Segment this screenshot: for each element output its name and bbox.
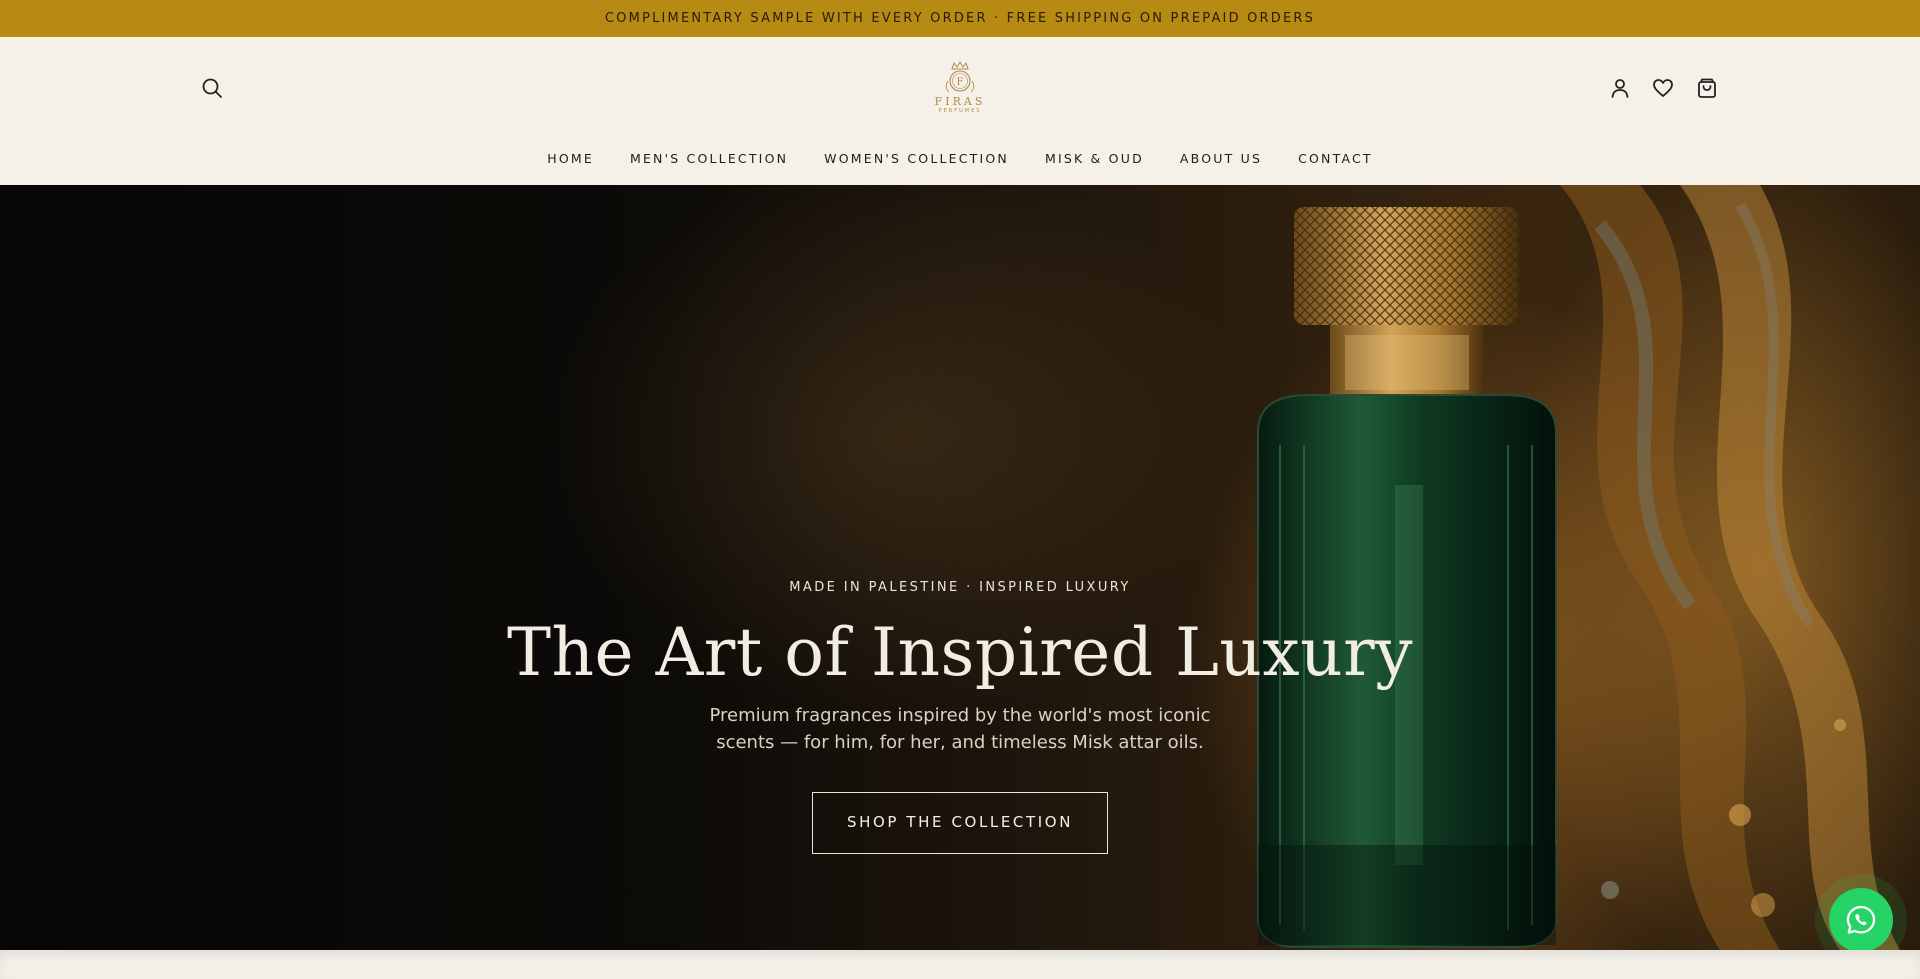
next-section-edge [0, 950, 1920, 979]
hero-headline: The Art of Inspired Luxury [507, 614, 1413, 691]
hero-banner: MADE IN PALESTINE · INSPIRED LUXURY The … [0, 185, 1920, 950]
logo-subtitle: PERFUMES [938, 108, 982, 114]
logo-name: FIRAS [934, 95, 986, 108]
nav-item-home[interactable]: HOME [547, 151, 594, 173]
crest-icon: F [945, 61, 975, 93]
whatsapp-icon[interactable] [1829, 888, 1893, 952]
shop-collection-button[interactable]: SHOP THE COLLECTION [812, 791, 1108, 854]
main-nav: HOME MEN'S COLLECTION WOMEN'S COLLECTION… [0, 151, 1920, 173]
hero-subtext: Premium fragrances inspired by the world… [709, 704, 1211, 753]
shopping-bag-icon[interactable] [1693, 74, 1721, 102]
nav-item-about-us[interactable]: ABOUT US [1180, 151, 1262, 173]
whatsapp-glyph [1846, 905, 1876, 934]
nav-item-mens-collection[interactable]: MEN'S COLLECTION [630, 151, 788, 173]
announcement-bar: COMPLIMENTARY SAMPLE WITH EVERY ORDER · … [0, 0, 1920, 37]
nav-item-misk-oud[interactable]: MISK & OUD [1045, 151, 1144, 173]
logo-monogram: F [957, 77, 964, 88]
logo[interactable]: F FIRAS PERFUMES [926, 59, 994, 125]
heart-icon[interactable] [1649, 74, 1677, 102]
hero-kicker: MADE IN PALESTINE · INSPIRED LUXURY [789, 580, 1131, 595]
nav-item-contact[interactable]: CONTACT [1298, 151, 1373, 173]
search-icon[interactable] [198, 74, 226, 102]
nav-item-womens-collection[interactable]: WOMEN'S COLLECTION [824, 151, 1009, 173]
user-icon[interactable] [1606, 74, 1634, 102]
announcement-text: COMPLIMENTARY SAMPLE WITH EVERY ORDER · … [604, 11, 1316, 26]
hero-content: MADE IN PALESTINE · INSPIRED LUXURY The … [460, 580, 1460, 854]
site-header: F FIRAS PERFUMES HOME MEN'S COLLECTION W… [0, 37, 1920, 185]
